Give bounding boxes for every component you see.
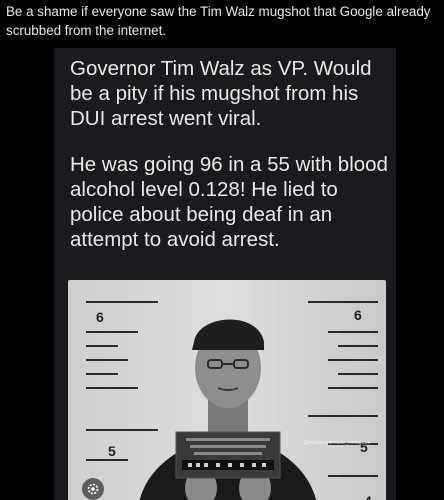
- overlay-paragraph-2: He was going 96 in a 55 with blood alcoh…: [70, 153, 388, 251]
- tweet-caption: Be a shame if everyone saw the Tim Walz …: [6, 4, 431, 38]
- height-label-left-top: 6: [96, 309, 104, 325]
- height-label-right-bottom: 4: [364, 493, 372, 500]
- watermark-text: @realtimrealmusic_instagram: [304, 440, 370, 446]
- image-overlay-text: Governor Tim Walz as VP. Would be a pity…: [70, 56, 388, 273]
- overlay-paragraph-1: Governor Tim Walz as VP. Would be a pity…: [70, 57, 372, 130]
- mugshot-photo: 6 6 5 5 4: [68, 280, 386, 500]
- settings-icon: [87, 483, 99, 495]
- height-label-left-mid: 5: [108, 443, 116, 459]
- tweet-media-image[interactable]: Governor Tim Walz as VP. Would be a pity…: [54, 48, 396, 500]
- media-settings-button[interactable]: [82, 478, 104, 500]
- height-label-right-top: 6: [354, 307, 362, 323]
